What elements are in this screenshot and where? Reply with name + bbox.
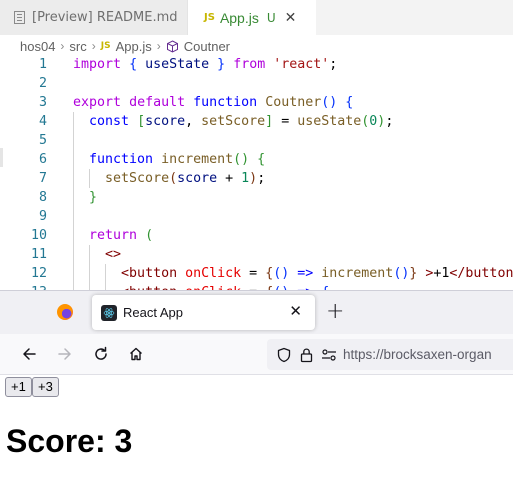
line-number: 12 xyxy=(30,266,47,281)
code-line: 3 export default function Coutner() { xyxy=(0,93,513,112)
line-number: 10 xyxy=(30,228,47,243)
code-text: <> xyxy=(105,247,122,262)
plus-three-button[interactable]: +3 xyxy=(32,377,59,397)
code-line: 13 <button onClick = {() => { xyxy=(0,283,513,290)
breadcrumb: hos04 › src › JS App.js › Coutner xyxy=(0,35,513,57)
line-number: 13 xyxy=(0,283,47,290)
code-text: } xyxy=(89,190,98,205)
plus-icon[interactable]: + xyxy=(326,299,344,325)
code-editor: [Preview] README.md JS App.js U ✕ hos04 … xyxy=(0,0,513,290)
chevron-right-icon: › xyxy=(91,39,96,53)
plus-one-button[interactable]: +1 xyxy=(5,377,32,397)
chevron-right-icon: › xyxy=(156,39,161,53)
tab-app-js[interactable]: JS App.js U ✕ xyxy=(188,0,316,35)
sidebar-edge xyxy=(0,148,3,167)
chevron-right-icon: › xyxy=(60,39,65,53)
js-file-icon: JS xyxy=(204,12,215,23)
code-line: 5 xyxy=(0,131,513,150)
code-text: <button onClick = {() => increment()} >+… xyxy=(121,266,513,281)
url-text: https://brocksaxen-organ xyxy=(343,347,492,362)
forward-arrow-icon[interactable] xyxy=(55,344,75,364)
browser-window: React App ✕ + https://brocksaxen-organ +… xyxy=(0,290,513,501)
code-line: 7 setScore(score + 1); xyxy=(0,169,513,188)
home-icon[interactable] xyxy=(126,344,146,364)
browser-tab-react-app[interactable]: React App ✕ xyxy=(92,295,315,330)
close-icon[interactable]: ✕ xyxy=(289,302,302,320)
editor-tab-bar: [Preview] README.md JS App.js U ✕ xyxy=(0,0,513,35)
code-line: 11 <> xyxy=(0,245,513,264)
browser-tab-title: React App xyxy=(123,305,183,320)
breadcrumb-item-file[interactable]: App.js xyxy=(116,39,152,54)
code-line: 12 <button onClick = {() => increment()}… xyxy=(0,264,513,283)
close-icon[interactable]: ✕ xyxy=(285,10,297,26)
code-line: 9 xyxy=(0,207,513,226)
code-line: 10 return ( xyxy=(0,226,513,245)
url-bar[interactable]: https://brocksaxen-organ xyxy=(267,339,513,370)
browser-tab-bar: React App ✕ + xyxy=(0,291,513,334)
code-line: 1 import { useState } from 'react'; xyxy=(0,55,513,74)
lock-icon[interactable] xyxy=(300,347,313,363)
navigation-toolbar: https://brocksaxen-organ xyxy=(0,334,513,375)
cube-icon xyxy=(166,39,178,53)
code-text: function increment() { xyxy=(89,152,266,167)
code-text: setScore(score + 1); xyxy=(105,171,266,186)
permissions-icon[interactable] xyxy=(321,348,337,362)
breadcrumb-item-symbol[interactable]: Coutner xyxy=(184,39,230,54)
line-number: 3 xyxy=(38,95,47,110)
untracked-badge: U xyxy=(266,10,276,25)
reload-icon[interactable] xyxy=(91,344,111,364)
page-content: +1 +3 Score: 3 xyxy=(0,375,513,501)
code-text: const [score, setScore] = useState(0); xyxy=(89,114,394,129)
line-number: 8 xyxy=(38,190,47,205)
breadcrumb-item-src[interactable]: src xyxy=(69,39,86,54)
js-file-icon: JS xyxy=(100,41,111,51)
code-line: 8 } xyxy=(0,188,513,207)
shield-icon[interactable] xyxy=(277,347,291,363)
breadcrumb-item-folder[interactable]: hos04 xyxy=(20,39,55,54)
code-text: <button onClick = {() => { xyxy=(73,283,329,290)
back-arrow-icon[interactable] xyxy=(19,344,39,364)
tab-readme-preview[interactable]: [Preview] README.md xyxy=(0,0,188,35)
tab-label: App.js xyxy=(219,9,259,26)
preview-icon xyxy=(14,11,25,24)
code-area[interactable]: 1 import { useState } from 'react'; 2 3 ex… xyxy=(0,55,513,290)
line-number: 4 xyxy=(38,114,47,129)
line-number: 2 xyxy=(38,76,47,91)
line-number: 5 xyxy=(38,133,47,148)
code-text: return ( xyxy=(89,228,154,243)
line-number: 1 xyxy=(38,57,47,72)
code-line: 2 xyxy=(0,74,513,93)
firefox-logo-icon[interactable] xyxy=(57,304,73,320)
react-icon xyxy=(101,304,117,321)
tab-label: [Preview] README.md xyxy=(32,10,178,25)
line-number: 9 xyxy=(38,209,47,224)
code-text: export default function Coutner() { xyxy=(73,95,354,110)
code-line: 6 function increment() { xyxy=(0,150,513,169)
line-number: 11 xyxy=(30,247,47,262)
score-heading: Score: 3 xyxy=(6,423,133,459)
code-line: 4 const [score, setScore] = useState(0); xyxy=(0,112,513,131)
line-number: 6 xyxy=(38,152,47,167)
code-text: import { useState } from 'react'; xyxy=(73,57,338,72)
line-number: 7 xyxy=(38,171,47,186)
